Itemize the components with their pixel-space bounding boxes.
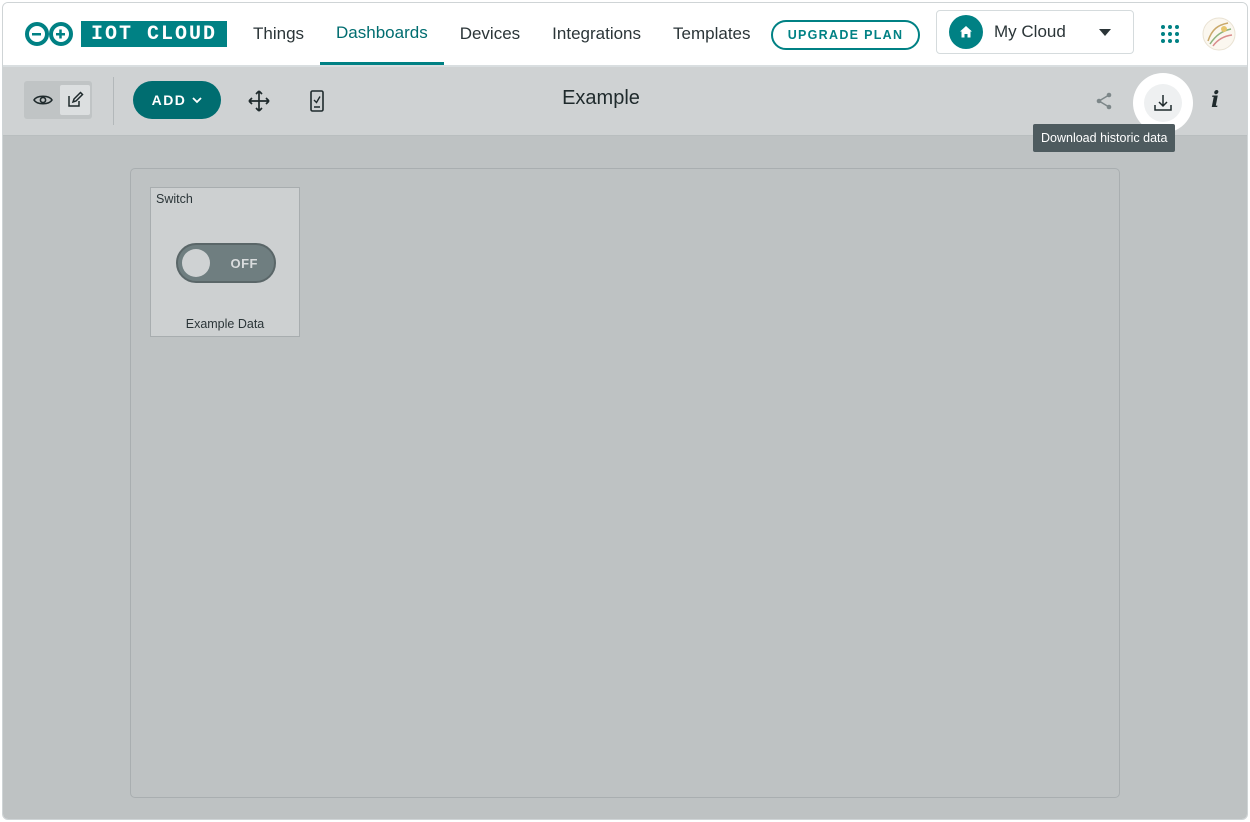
space-selector[interactable]: My Cloud (936, 10, 1134, 54)
mobile-icon[interactable] (303, 87, 331, 115)
nav-dashboards[interactable]: Dashboards (320, 3, 444, 65)
share-icon[interactable] (1090, 87, 1118, 115)
switch-knob (182, 249, 210, 277)
eye-icon[interactable] (28, 85, 58, 115)
apps-grid-icon[interactable] (1161, 25, 1179, 43)
main-nav: Things Dashboards Devices Integrations T… (237, 3, 767, 65)
info-icon[interactable]: i (1211, 87, 1219, 113)
download-icon[interactable] (1144, 84, 1182, 122)
chevron-down-icon (1099, 29, 1111, 36)
nav-devices[interactable]: Devices (444, 3, 536, 65)
widget-caption: Example Data (185, 317, 265, 331)
avatar[interactable] (1202, 17, 1236, 51)
move-icon[interactable] (245, 87, 273, 115)
space-name: My Cloud (994, 22, 1066, 41)
dashboard-grid: Switch OFF Example Data (130, 168, 1120, 798)
chevron-down-icon (192, 96, 203, 103)
download-tooltip: Download historic data (1033, 124, 1176, 152)
arduino-logo[interactable]: IOT CLOUD (23, 19, 228, 49)
upgrade-plan-button[interactable]: UPGRADE PLAN (771, 20, 920, 50)
nav-things[interactable]: Things (237, 3, 320, 65)
app-window: IOT CLOUD Things Dashboards Devices Inte… (2, 2, 1248, 820)
edit-icon[interactable] (60, 85, 90, 115)
mode-toggle (24, 81, 92, 119)
add-widget-button[interactable]: ADD (133, 81, 221, 119)
infinity-logo-icon (25, 22, 73, 46)
widget-title: Switch (156, 192, 193, 206)
top-navigation: IOT CLOUD Things Dashboards Devices Inte… (3, 3, 1247, 67)
home-icon (949, 15, 983, 49)
switch-toggle[interactable]: OFF (176, 243, 276, 283)
switch-widget[interactable]: Switch OFF Example Data (150, 187, 300, 337)
add-button-label: ADD (151, 92, 187, 108)
dashboard-title[interactable]: Example (503, 87, 699, 110)
switch-state-label: OFF (230, 256, 258, 271)
nav-templates[interactable]: Templates (657, 3, 766, 65)
logo-text: IOT CLOUD (81, 21, 228, 47)
dashboard-canvas: Switch OFF Example Data (3, 136, 1247, 819)
toolbar-divider (113, 77, 114, 125)
nav-integrations[interactable]: Integrations (536, 3, 657, 65)
